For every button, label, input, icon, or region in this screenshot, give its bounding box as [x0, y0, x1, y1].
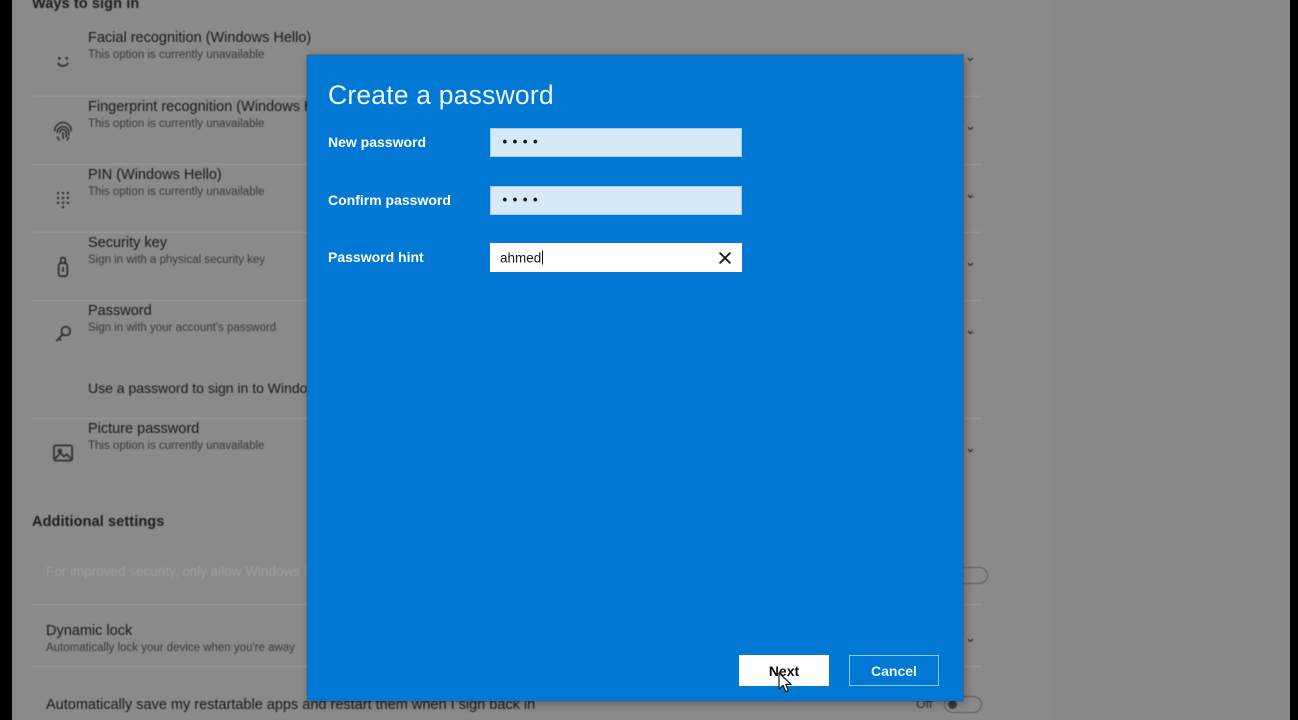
- new-password-value: ••••: [501, 135, 542, 150]
- chevron-down-icon[interactable]: ⌄: [965, 119, 976, 132]
- chevron-down-icon[interactable]: ⌄: [965, 187, 976, 200]
- password-hint-value: ahmed: [500, 250, 542, 265]
- additional-settings-heading: Additional settings: [32, 514, 165, 530]
- picture-icon: [50, 440, 76, 466]
- new-password-input[interactable]: ••••: [490, 128, 742, 157]
- close-icon[interactable]: [717, 250, 733, 266]
- option-title: PIN (Windows Hello): [88, 167, 222, 183]
- chevron-down-icon[interactable]: ⌄: [965, 50, 976, 63]
- ways-to-sign-in-heading: Ways to sign in: [32, 0, 140, 12]
- pin-keypad-icon: [50, 186, 76, 212]
- text-caret: [542, 250, 544, 264]
- dialog-title: Create a password: [328, 80, 554, 110]
- option-subtitle: This option is currently unavailable: [88, 440, 265, 452]
- security-key-icon: [50, 254, 76, 280]
- chevron-down-icon[interactable]: ⌄: [965, 323, 976, 336]
- option-subtitle: Sign in with your account's password: [88, 322, 277, 334]
- confirm-password-label: Confirm password: [328, 192, 451, 208]
- dynamic-lock-title: Dynamic lock: [46, 623, 133, 639]
- option-title: Password: [88, 303, 152, 319]
- option-title: Picture password: [88, 421, 200, 437]
- option-subtitle: Sign in with a physical security key: [88, 254, 266, 266]
- chevron-down-icon[interactable]: ⌄: [965, 441, 976, 454]
- letterbox-right: [1290, 0, 1298, 720]
- key-icon: [50, 322, 76, 348]
- option-title: Facial recognition (Windows Hello): [88, 30, 312, 46]
- confirm-password-row: Confirm password ••••: [328, 186, 942, 216]
- screen-root: Ways to sign in Facial recognition (Wind…: [0, 0, 1298, 720]
- option-subtitle: This option is currently unavailable: [88, 49, 265, 61]
- password-hint-input[interactable]: ahmed: [490, 243, 742, 272]
- chevron-down-icon[interactable]: ⌄: [965, 631, 976, 644]
- option-title: Fingerprint recognition (Windows Hello): [88, 99, 342, 115]
- option-subtitle: This option is currently unavailable: [88, 186, 265, 198]
- chevron-down-icon[interactable]: ⌄: [965, 255, 976, 268]
- letterbox-left: [0, 0, 12, 720]
- password-hint-row: Password hint ahmed: [328, 243, 942, 273]
- fingerprint-icon: [50, 118, 76, 144]
- password-expanded-text: Use a password to sign in to Windows.: [88, 380, 329, 396]
- confirm-password-input[interactable]: ••••: [490, 186, 742, 215]
- new-password-label: New password: [328, 134, 427, 150]
- password-hint-label: Password hint: [328, 249, 424, 265]
- face-smile-icon: [50, 49, 76, 75]
- option-subtitle: This option is currently unavailable: [88, 118, 265, 130]
- new-password-row: New password ••••: [328, 128, 942, 158]
- confirm-password-value: ••••: [501, 193, 542, 208]
- password-hint-value-wrap: ahmed: [500, 250, 544, 265]
- next-button[interactable]: Next: [739, 655, 829, 686]
- option-title: Security key: [88, 235, 167, 251]
- cancel-button[interactable]: Cancel: [849, 655, 939, 686]
- dynamic-lock-subtitle: Automatically lock your device when you'…: [46, 642, 295, 654]
- create-password-dialog: Create a password New password •••• Conf…: [307, 55, 963, 701]
